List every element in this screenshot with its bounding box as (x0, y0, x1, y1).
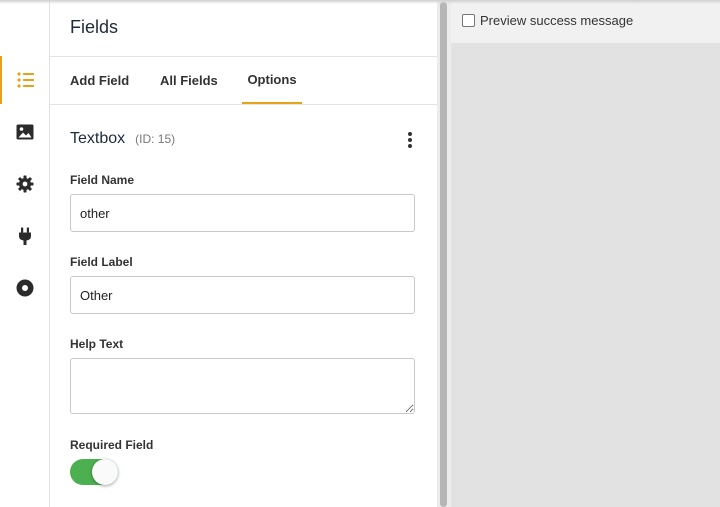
sidebar-item-target[interactable] (0, 264, 49, 312)
top-shadow (0, 0, 720, 4)
help-text-label: Help Text (70, 337, 124, 351)
required-field-label: Required Field (70, 438, 154, 452)
sidebar-item-media[interactable] (0, 108, 49, 156)
field-options-panel: Fields Add Field All Fields Options Text… (50, 0, 437, 507)
list-icon (16, 72, 34, 88)
tabs-divider (50, 104, 437, 105)
preview-success-label[interactable]: Preview success message (480, 13, 633, 28)
field-label-input[interactable] (70, 276, 415, 314)
field-label-label: Field Label (70, 255, 133, 269)
preview-toolbar: Preview success message (451, 0, 720, 43)
field-header: Textbox (ID: 15) (70, 130, 175, 148)
field-name-label: Field Name (70, 173, 135, 187)
panel-tabs: Add Field All Fields Options (50, 57, 437, 104)
sidebar-item-settings[interactable] (0, 160, 49, 208)
preview-area: Preview success message (451, 0, 720, 507)
field-name-input[interactable] (70, 194, 415, 232)
toggle-knob (92, 459, 118, 485)
sidebar-item-fields[interactable] (0, 56, 49, 104)
tab-options[interactable]: Options (242, 57, 302, 104)
help-text-textarea[interactable] (70, 358, 415, 414)
field-type-title: Textbox (70, 130, 126, 147)
more-options-icon[interactable] (402, 130, 418, 150)
scrollbar-thumb[interactable] (440, 2, 447, 507)
required-field-toggle[interactable] (70, 459, 118, 485)
field-id: (ID: 15) (135, 132, 176, 146)
tab-all-fields[interactable]: All Fields (160, 57, 218, 104)
target-icon (16, 279, 33, 297)
panel-title: Fields (70, 17, 119, 37)
tab-add-field[interactable]: Add Field (70, 57, 129, 104)
gear-icon (16, 175, 33, 193)
image-icon (16, 124, 33, 140)
preview-success-checkbox[interactable] (462, 14, 475, 27)
panel-scrollbar[interactable] (437, 0, 451, 507)
icon-sidebar (0, 0, 50, 507)
plug-icon (18, 227, 31, 245)
sidebar-item-integrations[interactable] (0, 212, 49, 260)
